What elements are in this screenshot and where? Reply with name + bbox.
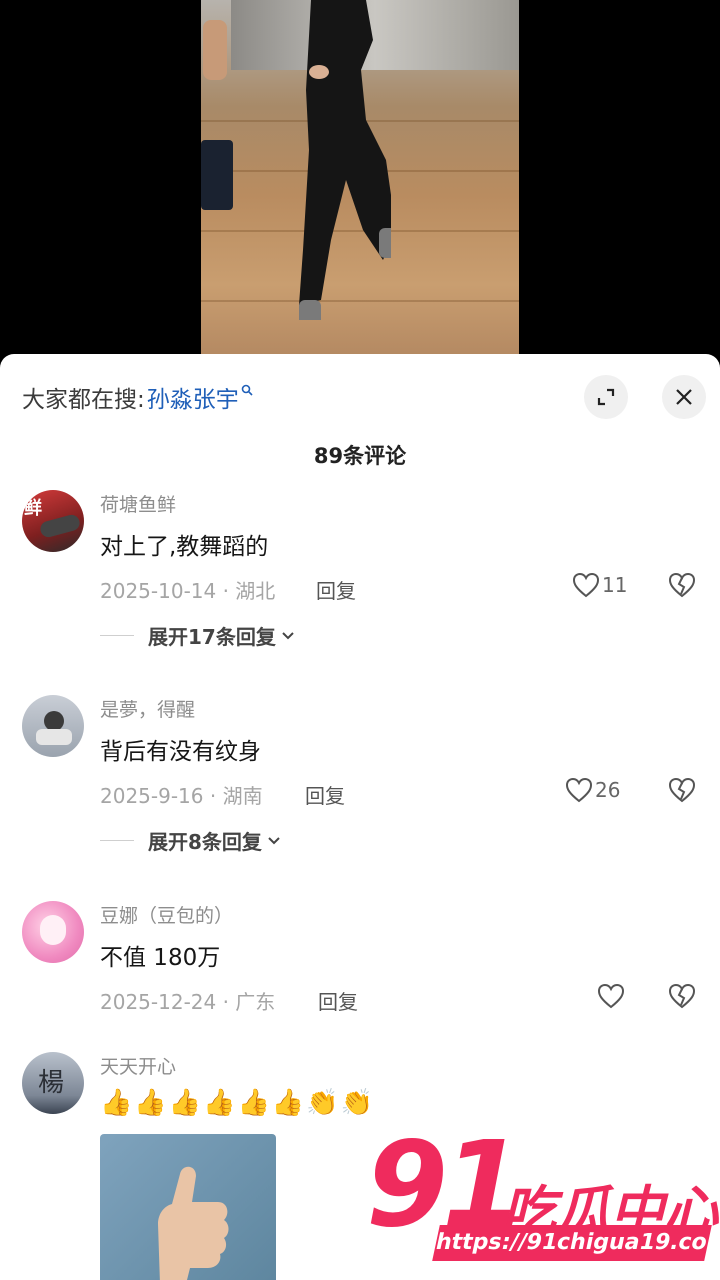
watermark-url: https://91chigua19.com: [432, 1225, 720, 1261]
like-count: 26: [595, 778, 621, 802]
chevron-down-icon: [282, 631, 294, 639]
avatar[interactable]: [22, 695, 84, 757]
like-button[interactable]: 26: [565, 777, 620, 803]
expand-icon: [597, 388, 615, 406]
reply-button[interactable]: 回复: [318, 986, 358, 1015]
comment-date-location: 2025-9-16 · 湖南: [100, 784, 263, 808]
comment-text: 对上了,教舞蹈的: [100, 534, 269, 560]
avatar[interactable]: [22, 901, 84, 963]
search-term-link[interactable]: 孙淼张宇: [147, 380, 239, 414]
close-button[interactable]: [662, 375, 706, 419]
video-player[interactable]: [0, 0, 720, 356]
like-button[interactable]: 11: [572, 572, 627, 598]
dislike-button[interactable]: [668, 983, 696, 1013]
comment-date-location: 2025-10-14 · 湖北: [100, 579, 276, 603]
dislike-button[interactable]: [668, 572, 696, 602]
broken-heart-icon: [668, 983, 696, 1009]
avatar[interactable]: 鲜: [22, 490, 84, 552]
comment-username[interactable]: 天天开心: [100, 1052, 176, 1079]
expand-button[interactable]: [584, 375, 628, 419]
comment-text: 👍👍👍👍👍👍👏👏: [100, 1088, 375, 1118]
comment-text: 不值 180万: [100, 945, 221, 971]
comment-username[interactable]: 是夢，得醒: [100, 695, 195, 722]
comment-username[interactable]: 豆娜（豆包的）: [100, 901, 233, 928]
expand-replies-label: 展开17条回复: [148, 625, 276, 649]
avatar-glyph: 楊: [38, 1068, 65, 1098]
reply-button[interactable]: 回复: [305, 780, 345, 809]
comment-username[interactable]: 荷塘鱼鲜: [100, 490, 176, 517]
heart-icon: [565, 777, 593, 803]
reply-button[interactable]: 回复: [316, 575, 356, 604]
search-icon: [241, 384, 253, 400]
close-icon: [676, 389, 692, 405]
search-prefix: 大家都在搜:: [22, 387, 145, 413]
broken-heart-icon: [668, 777, 696, 803]
avatar-glyph: 鲜: [24, 498, 42, 519]
broken-heart-icon: [668, 572, 696, 598]
thumbs-up-image: [158, 1166, 229, 1280]
video-frame: [201, 0, 519, 356]
watermark-logo: 91 吃瓜中心 https://91chigua19.com: [366, 1125, 720, 1267]
dislike-button[interactable]: [668, 777, 696, 807]
comment-text: 背后有没有纹身: [100, 739, 261, 765]
comment-count: 89条评论: [313, 444, 407, 468]
comment-date-location: 2025-12-24 · 广东: [100, 990, 276, 1014]
heart-icon: [572, 572, 600, 598]
expand-replies-button[interactable]: 展开17条回复: [100, 621, 296, 650]
avatar[interactable]: 楊: [22, 1052, 84, 1114]
expand-replies-button[interactable]: 展开8条回复: [100, 826, 282, 855]
heart-icon: [597, 983, 625, 1009]
expand-replies-label: 展开8条回复: [148, 830, 262, 854]
like-button[interactable]: [597, 983, 627, 1009]
chevron-down-icon: [268, 836, 280, 844]
search-suggestion[interactable]: 大家都在搜: 孙淼张宇: [22, 380, 253, 414]
comment-image[interactable]: [100, 1134, 276, 1280]
like-count: 11: [602, 573, 628, 597]
dancer-figure: [299, 0, 391, 320]
